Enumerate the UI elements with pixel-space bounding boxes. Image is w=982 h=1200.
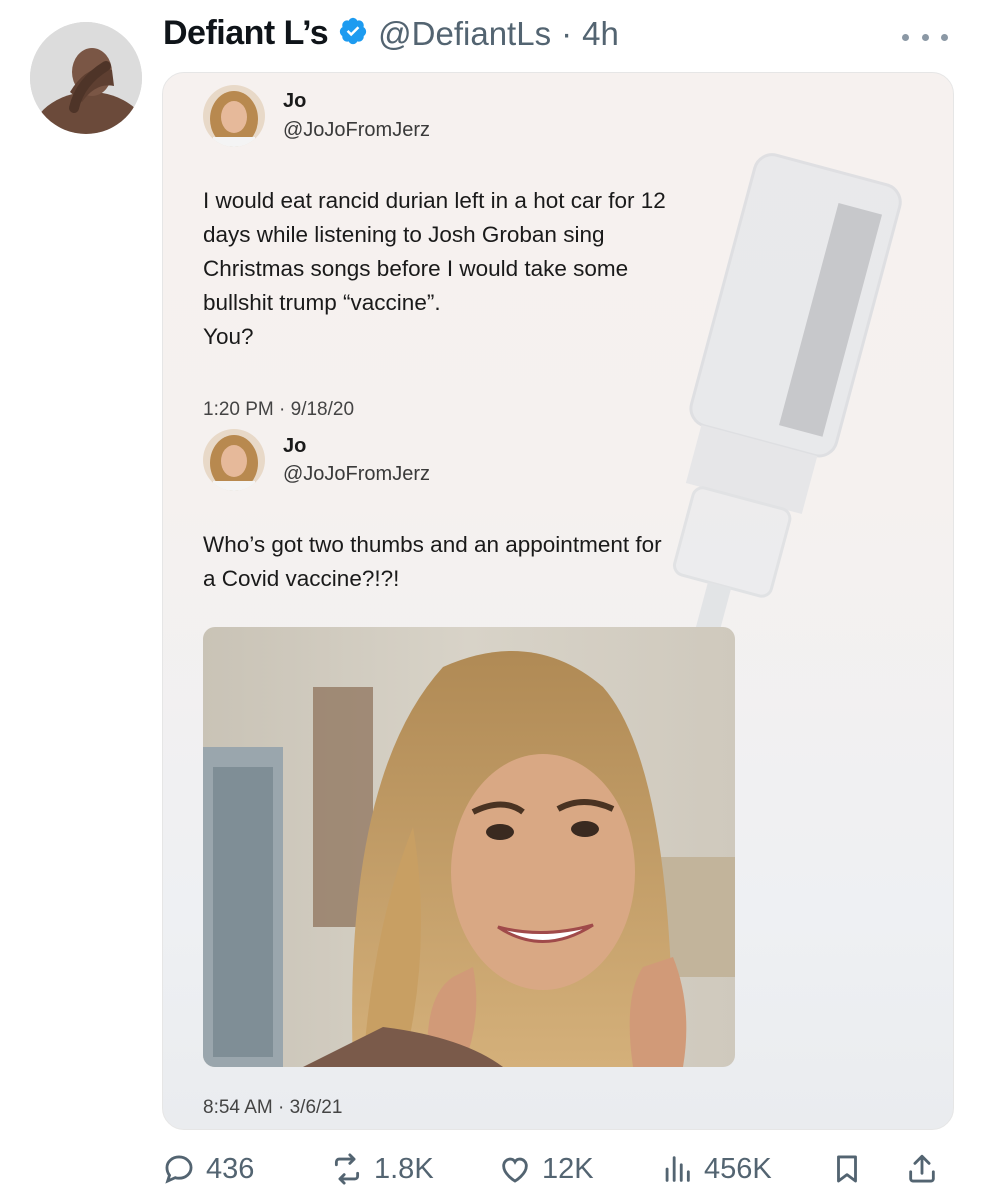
quote2-handle[interactable]: @JoJoFromJerz [283, 463, 430, 486]
quote1-handle[interactable]: @JoJoFromJerz [283, 119, 430, 142]
quote2-line: Who’s got two thumbs and an appointment … [203, 532, 662, 557]
quote1-line: Christmas songs before I would take some [203, 256, 629, 281]
header-separator: · [561, 14, 573, 52]
quote2-timestamp: 8:54 AM · 3/6/21 [203, 1097, 343, 1118]
tweet-actions-bar: 436 1.8K 12K 456K [160, 1145, 950, 1193]
bookmark-icon [837, 1155, 857, 1183]
author-avatar[interactable] [30, 22, 142, 134]
heart-icon [502, 1157, 528, 1183]
quote1-line: You? [203, 324, 254, 349]
like-count: 12K [542, 1152, 594, 1185]
quote1-text: I would eat rancid durian left in a hot … [203, 184, 666, 354]
quote2-text: Who’s got two thumbs and an appointment … [203, 528, 662, 596]
quote2-name[interactable]: Jo [283, 435, 306, 458]
quote1-timestamp: 1:20 PM · 9/18/20 [203, 399, 355, 420]
tweet-header: Defiant L’s @DefiantLs · 4h [163, 14, 619, 53]
tweet-media-image[interactable]: Jo @JoJoFromJerz I would eat rancid duri… [162, 72, 954, 1130]
share-button[interactable] [905, 1145, 939, 1193]
share-icon [909, 1154, 935, 1183]
reply-count: 436 [206, 1152, 255, 1185]
quote1-line: days while listening to Josh Groban sing [203, 222, 605, 247]
repost-count: 1.8K [374, 1152, 434, 1185]
reply-icon [165, 1155, 193, 1184]
quote1-avatar[interactable] [203, 85, 265, 147]
like-button[interactable]: 12K [498, 1145, 594, 1193]
more-options-icon[interactable] [902, 26, 948, 48]
views-chart-icon [665, 1156, 690, 1182]
views-count: 456K [704, 1152, 772, 1185]
bookmark-button[interactable] [830, 1145, 864, 1193]
verified-badge-icon [338, 16, 368, 51]
author-handle[interactable]: @DefiantLs [378, 15, 551, 53]
tweet-age[interactable]: 4h [582, 15, 619, 53]
quote1-line: I would eat rancid durian left in a hot … [203, 188, 666, 213]
repost-icon [334, 1153, 360, 1185]
views-button[interactable]: 456K [660, 1145, 772, 1193]
vial-background-graphic [672, 153, 902, 693]
quote1-name[interactable]: Jo [283, 90, 306, 113]
repost-button[interactable]: 1.8K [330, 1145, 434, 1193]
quote2-avatar[interactable] [203, 429, 265, 491]
quote1-line: bullshit trump “vaccine”. [203, 290, 441, 315]
quote2-line: a Covid vaccine?!?! [203, 566, 400, 591]
author-display-name[interactable]: Defiant L’s [163, 14, 329, 53]
quote2-selfie-photo[interactable] [203, 627, 735, 1067]
reply-button[interactable]: 436 [162, 1145, 254, 1193]
